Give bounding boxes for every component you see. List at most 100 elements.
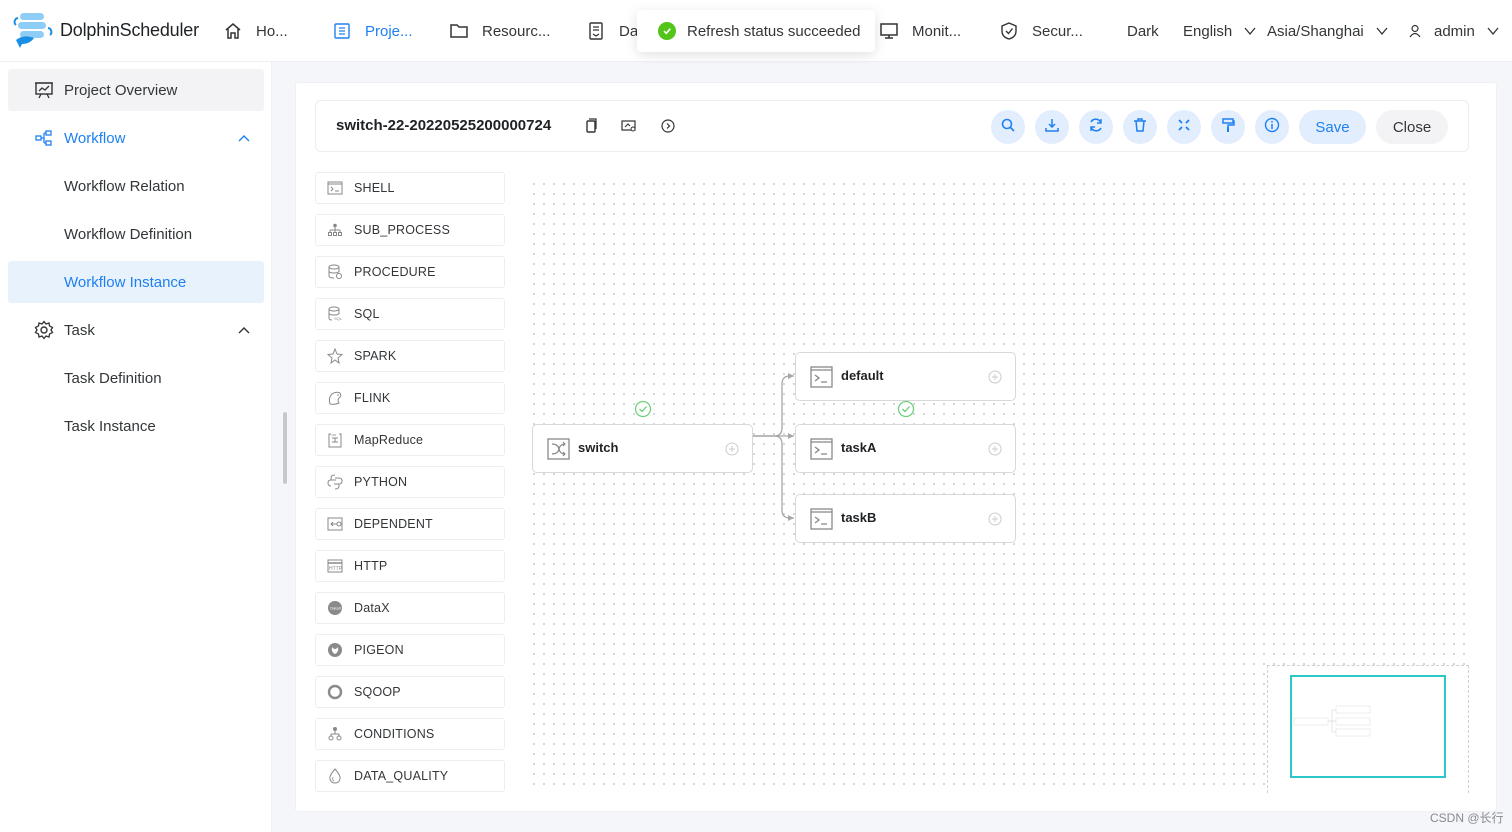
dag-node-switch[interactable]: switch (532, 424, 753, 473)
procedure-icon (327, 264, 343, 280)
nav-home[interactable]: Ho... (222, 0, 288, 62)
palette-item-label: FLINK (354, 391, 391, 405)
timezone-select[interactable]: Asia/Shanghai (1267, 0, 1388, 62)
presentation-chart-icon (34, 80, 54, 100)
palette-item-http[interactable]: HTTP HTTP (315, 550, 505, 582)
dag-toolbar: switch-22-20220525200000724 Save Close (315, 100, 1469, 152)
nav-resources[interactable]: Resourc... (448, 0, 550, 62)
palette-item-sub-process[interactable]: SUB_PROCESS (315, 214, 505, 246)
add-node-icon[interactable] (725, 442, 739, 456)
python-icon (327, 474, 343, 490)
sidebar-item-workflow-definition[interactable]: Workflow Definition (8, 213, 264, 255)
nav-datasource[interactable]: Dat (585, 0, 642, 62)
sqoop-icon (327, 684, 343, 700)
palette-item-label: HTTP (354, 559, 388, 573)
sidebar-item-task[interactable]: Task (8, 309, 264, 351)
format-button[interactable] (1211, 110, 1245, 144)
sidebar-item-project-overview[interactable]: Project Overview (8, 69, 264, 111)
nav-monitor[interactable]: Monit... (878, 0, 961, 62)
palette-item-conditions[interactable]: CONDITIONS (315, 718, 505, 750)
palette-item-shell[interactable]: SHELL (315, 172, 505, 204)
refresh-button[interactable] (1079, 110, 1113, 144)
palette-item-dependent[interactable]: DEPENDENT (315, 508, 505, 540)
node-label: taskA (841, 440, 877, 455)
delete-button[interactable] (1123, 110, 1157, 144)
palette-item-sql[interactable]: SQL SQL (315, 298, 505, 330)
dag-node-default[interactable]: default (795, 352, 1016, 401)
copy-icon[interactable] (582, 117, 600, 135)
success-status-icon[interactable] (897, 400, 915, 418)
palette-item-data-quality[interactable]: DATA_QUALITY (315, 760, 505, 792)
palette-item-spark[interactable]: SPARK (315, 340, 505, 372)
sidebar-item-task-instance[interactable]: Task Instance (8, 405, 264, 447)
palette-item-pigeon[interactable]: PIGEON (315, 634, 505, 666)
success-toast: Refresh status succeeded (637, 10, 875, 52)
palette-item-sqoop[interactable]: SQOOP (315, 676, 505, 708)
theme-label: Dark (1127, 22, 1159, 40)
add-node-icon[interactable] (988, 370, 1002, 384)
sub-process-icon (327, 222, 343, 238)
palette-item-label: SQOOP (354, 685, 401, 699)
format-icon (1220, 117, 1236, 138)
folder-icon (448, 20, 470, 42)
refresh-icon (1088, 117, 1104, 138)
info-button[interactable] (1255, 110, 1289, 144)
sidebar-item-workflow-instance[interactable]: Workflow Instance (8, 261, 264, 303)
datasource-icon (585, 20, 607, 42)
shell-node-icon (810, 438, 833, 460)
palette-item-label: PROCEDURE (354, 265, 436, 279)
gear-icon (34, 320, 54, 340)
workflow-name: switch-22-20220525200000724 (336, 117, 552, 134)
palette-item-flink[interactable]: FLINK (315, 382, 505, 414)
add-node-icon[interactable] (988, 512, 1002, 526)
toast-message: Refresh status succeeded (687, 22, 861, 40)
palette-item-datax[interactable]: DataX DataX (315, 592, 505, 624)
http-icon: HTTP (327, 558, 343, 574)
sidebar-item-label: Task Instance (64, 417, 156, 435)
add-node-icon[interactable] (988, 442, 1002, 456)
palette-item-procedure[interactable]: PROCEDURE (315, 256, 505, 288)
language-select[interactable]: English (1183, 0, 1256, 62)
data-quality-icon (327, 768, 343, 784)
chevron-down-icon (1487, 25, 1499, 37)
palette-item-label: PIGEON (354, 643, 404, 657)
check-circle-icon (658, 22, 676, 40)
dag-node-taska[interactable]: taskA (795, 424, 1016, 473)
sidebar-item-label: Task (64, 321, 95, 339)
fullscreen-button[interactable] (1167, 110, 1201, 144)
shell-node-icon (810, 366, 833, 388)
svg-text:MR: MR (332, 433, 337, 437)
minimap-viewport[interactable] (1290, 675, 1446, 778)
startup-param-icon[interactable] (659, 117, 677, 135)
search-button[interactable] (991, 110, 1025, 144)
palette-item-label: SQL (354, 307, 380, 321)
spark-icon (327, 348, 343, 364)
sidebar-scrollbar[interactable] (283, 412, 287, 484)
nav-security[interactable]: Secur... (998, 0, 1083, 62)
nav-project[interactable]: Proje... (331, 0, 413, 62)
variables-icon[interactable] (620, 117, 638, 135)
download-icon (1044, 117, 1060, 138)
search-icon (1000, 117, 1016, 138)
sql-icon: SQL (327, 306, 343, 322)
theme-toggle[interactable]: Dark (1127, 0, 1159, 62)
app-logo[interactable]: DolphinScheduler (10, 10, 199, 50)
palette-item-python[interactable]: PYTHON (315, 466, 505, 498)
delete-icon (1132, 117, 1148, 138)
sidebar-item-workflow-relation[interactable]: Workflow Relation (8, 165, 264, 207)
palette-item-label: DataX (354, 601, 390, 615)
node-label: switch (578, 440, 619, 455)
monitor-icon (878, 20, 900, 42)
palette-item-mapreduce[interactable]: MR MapReduce (315, 424, 505, 456)
palette-item-label: MapReduce (354, 433, 424, 447)
user-menu[interactable]: admin (1408, 0, 1499, 62)
dag-node-taskb[interactable]: taskB (795, 494, 1016, 543)
sidebar-item-task-definition[interactable]: Task Definition (8, 357, 264, 399)
nav-monitor-label: Monit... (912, 22, 962, 40)
close-button[interactable]: Close (1376, 110, 1448, 144)
success-status-icon[interactable] (634, 400, 652, 418)
palette-item-label: CONDITIONS (354, 727, 435, 741)
save-button[interactable]: Save (1299, 110, 1366, 144)
download-button[interactable] (1035, 110, 1069, 144)
sidebar-item-workflow[interactable]: Workflow (8, 117, 264, 159)
